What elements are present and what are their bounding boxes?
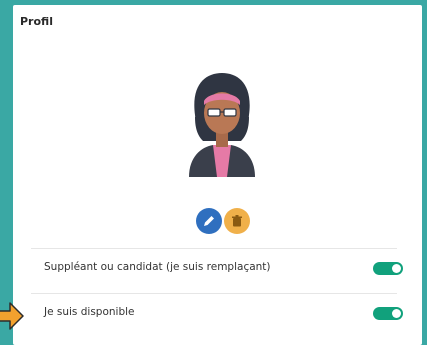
edit-avatar-button[interactable]: [196, 208, 222, 234]
setting-label-substitute: Suppléant ou candidat (je suis remplaçan…: [44, 261, 271, 273]
substitute-toggle[interactable]: [373, 262, 403, 275]
profile-card: Profil Suppléant ou candidat (je suis re…: [13, 5, 422, 345]
arrow-pointer-icon: [0, 302, 24, 330]
available-toggle[interactable]: [373, 307, 403, 320]
avatar-actions: [196, 208, 252, 236]
trash-icon: [232, 215, 242, 227]
card-title: Profil: [20, 15, 53, 28]
toggle-knob: [392, 309, 401, 318]
divider: [31, 293, 397, 294]
delete-avatar-button[interactable]: [224, 208, 250, 234]
toggle-knob: [392, 264, 401, 273]
setting-label-available: Je suis disponible: [44, 306, 135, 318]
avatar: [189, 73, 255, 177]
divider: [31, 248, 397, 249]
pencil-icon: [204, 216, 214, 226]
